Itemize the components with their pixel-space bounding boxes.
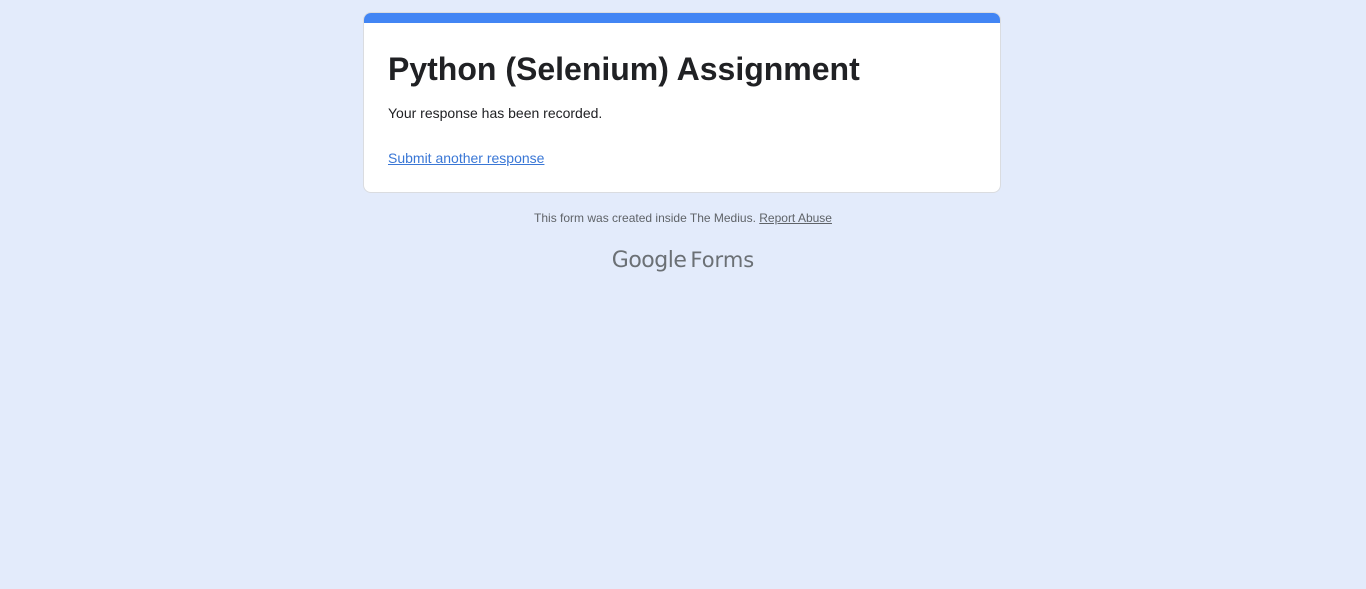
created-inside-text: This form was created inside The Medius.: [534, 211, 756, 225]
forms-wordmark: Forms: [690, 248, 755, 272]
submit-another-response-link[interactable]: Submit another response: [388, 148, 544, 168]
report-abuse-link[interactable]: Report Abuse: [759, 211, 832, 225]
google-wordmark: Google: [611, 248, 687, 273]
google-forms-logo[interactable]: Google Forms: [0, 246, 1366, 275]
form-title: Python (Selenium) Assignment: [388, 51, 860, 87]
response-card: Python (Selenium) Assignment Your respon…: [363, 12, 1001, 193]
confirmation-message: Your response has been recorded.: [388, 105, 603, 121]
footer-note: This form was created inside The Medius.…: [0, 210, 1366, 226]
card-body: Python (Selenium) Assignment Your respon…: [388, 49, 976, 168]
card-accent-bar: [364, 13, 1000, 23]
